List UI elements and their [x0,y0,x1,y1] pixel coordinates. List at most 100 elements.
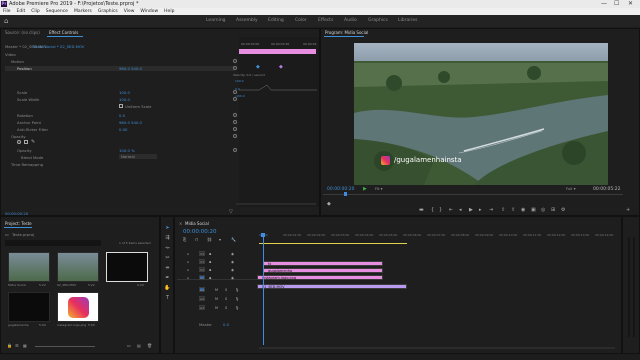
track-mute-icon[interactable]: M [215,287,218,293]
add-marker-icon[interactable]: ▾ [219,237,221,243]
reset-anchor-icon[interactable] [233,120,237,124]
master-volume[interactable]: 0.0 [223,322,229,327]
filter-icon[interactable]: ▽ [229,209,233,215]
track-lock-icon[interactable]: ▫ [187,267,189,273]
slip-tool-icon[interactable]: ⇹ [164,265,171,272]
go-to-in-icon[interactable]: ⇤ [449,207,453,213]
close-tab-icon[interactable]: × [179,221,182,226]
timeline-playhead[interactable] [263,233,264,345]
track-solo-icon[interactable]: S [225,296,227,302]
blend-mode-select[interactable]: Normal [119,154,157,159]
new-item-icon[interactable]: ▤ [137,343,141,349]
velocity-graph[interactable] [239,81,317,99]
uniform-scale-checkbox[interactable] [119,104,123,108]
hand-tool-icon[interactable]: ✋ [164,285,171,292]
effect-keyframe-area[interactable]: 00:00:03:00 00:00:03:30 00:00:04 ◆ ◆ Vel… [233,37,319,207]
snap-icon[interactable]: ⊓ [195,237,198,243]
play-button-icon[interactable]: ▶ [469,207,473,213]
ec-zoom-scrollbar[interactable] [236,203,316,205]
workspace-editing[interactable]: Editing [268,15,284,27]
lift-icon[interactable]: ⇧ [501,207,505,213]
tab-effect-controls[interactable]: Effect Controls [49,30,78,35]
icon-view-icon[interactable]: ▦ [23,343,27,349]
vr-video-icon[interactable]: ◎ [541,207,545,213]
home-icon[interactable]: ⌂ [4,17,12,25]
audio-track-a1[interactable]: A1 [199,287,205,292]
clip-gugalamenha[interactable]: gugalamenha [263,268,383,273]
workspace-audio[interactable]: Audio [344,15,357,27]
track-mute-icon[interactable]: M [215,305,218,311]
zoom-slider[interactable] [35,346,95,347]
position-value[interactable]: 960.0 540.0 [119,66,142,71]
anti-flicker-value[interactable]: 0.00 [119,127,127,132]
playhead-handle[interactable] [261,233,265,237]
audio-track-a3[interactable]: A3 [199,305,205,310]
pen-tool-icon[interactable]: ✒ [164,275,171,282]
mark-out-icon[interactable]: } [439,207,442,213]
track-eye-icon[interactable]: ◉ [231,259,234,265]
marker-icon[interactable]: ◆ [327,201,331,207]
timeline-timecode[interactable]: 00:00:00:20 [183,229,217,235]
reset-opacity-icon[interactable] [233,148,237,152]
add-button-icon[interactable]: + [626,207,630,213]
comparison-view-icon[interactable]: ▣ [531,207,536,213]
anchor-point-value[interactable]: 960.0 540.0 [119,120,142,125]
reset-position-icon[interactable] [233,66,237,70]
timeline-scrollbar[interactable] [259,347,615,349]
ellipse-mask-icon[interactable] [17,140,21,144]
thumb-instagram-logo[interactable] [57,292,99,322]
sequence-clip-label[interactable]: Midia Social * 02_SED.MOV [33,44,84,49]
track-eye-icon[interactable]: ◉ [231,275,234,281]
track-mic-icon[interactable]: 🎙 [235,287,239,293]
keyframe-icon-2[interactable]: ◆ [279,64,283,70]
lock-icon[interactable]: 🔒 [7,343,12,349]
reset-antiflicker-icon[interactable] [233,127,237,131]
tab-timeline-sequence[interactable]: Midia Social [185,221,209,226]
tab-project[interactable]: Project: Teste [5,221,32,226]
type-tool-icon[interactable]: T [164,295,171,302]
list-view-icon[interactable]: ☰ [15,343,19,349]
video-track-v3[interactable]: V3 [199,259,205,264]
track-sync-icon[interactable]: ▪ [209,259,211,265]
step-back-icon[interactable]: ◂ [459,207,462,213]
reset-opacity-group-icon[interactable] [233,134,237,138]
track-sync-icon[interactable]: ▪ [209,275,211,281]
keyframe-icon[interactable]: ◆ [256,64,260,70]
track-eye-icon[interactable]: ◉ [231,251,234,257]
track-eye-icon[interactable]: ◉ [231,267,234,273]
work-area-bar[interactable] [259,243,407,244]
ripple-edit-tool-icon[interactable]: ⟛ [164,245,171,252]
track-sync-icon[interactable]: ▪ [209,267,211,273]
settings-icon[interactable]: ⚙ [561,207,565,213]
workspace-color[interactable]: Color [295,15,307,27]
clip-fx[interactable]: fx [263,261,383,266]
thumb-gugalamenha[interactable] [8,292,50,322]
menu-clip[interactable]: Clip [31,8,40,15]
track-lock-icon[interactable]: ▫ [187,275,189,281]
menu-help[interactable]: Help [164,8,174,15]
scale-value[interactable]: 100.0 [119,90,130,95]
razor-tool-icon[interactable]: ✂ [164,255,171,262]
track-lock-icon[interactable]: ▫ [187,259,189,265]
step-forward-icon[interactable]: ▸ [479,207,482,213]
rotation-value[interactable]: 0.0 [119,113,125,118]
tab-source[interactable]: Source: (no clips) [5,30,40,35]
program-scrubber[interactable] [323,194,623,195]
maximize-button[interactable]: ☐ [614,0,619,8]
fit-select[interactable]: Fit ▾ [375,186,389,191]
extract-icon[interactable]: ⇪ [511,207,515,213]
workspace-assembly[interactable]: Assembly [236,15,258,27]
workspace-libraries[interactable]: Libraries [398,15,417,27]
track-mic-icon[interactable]: 🎙 [235,296,239,302]
track-solo-icon[interactable]: S [225,287,227,293]
workspace-graphics[interactable]: Graphics [368,15,388,27]
time-remapping-label[interactable]: Time Remapping [11,162,43,167]
reset-motion-icon[interactable] [233,59,237,63]
clip-02-sed[interactable]: 02_SED.MOV [257,284,407,289]
clip-instagram-logo[interactable]: instagram-logo.png [257,275,383,280]
minimize-button[interactable]: — [601,0,607,8]
video-track-v2[interactable]: V2 [199,267,205,272]
tab-program-monitor[interactable]: Program: Midia Social [325,30,368,35]
mark-in-icon[interactable]: { [431,207,434,213]
menu-markers[interactable]: Markers [74,8,92,15]
